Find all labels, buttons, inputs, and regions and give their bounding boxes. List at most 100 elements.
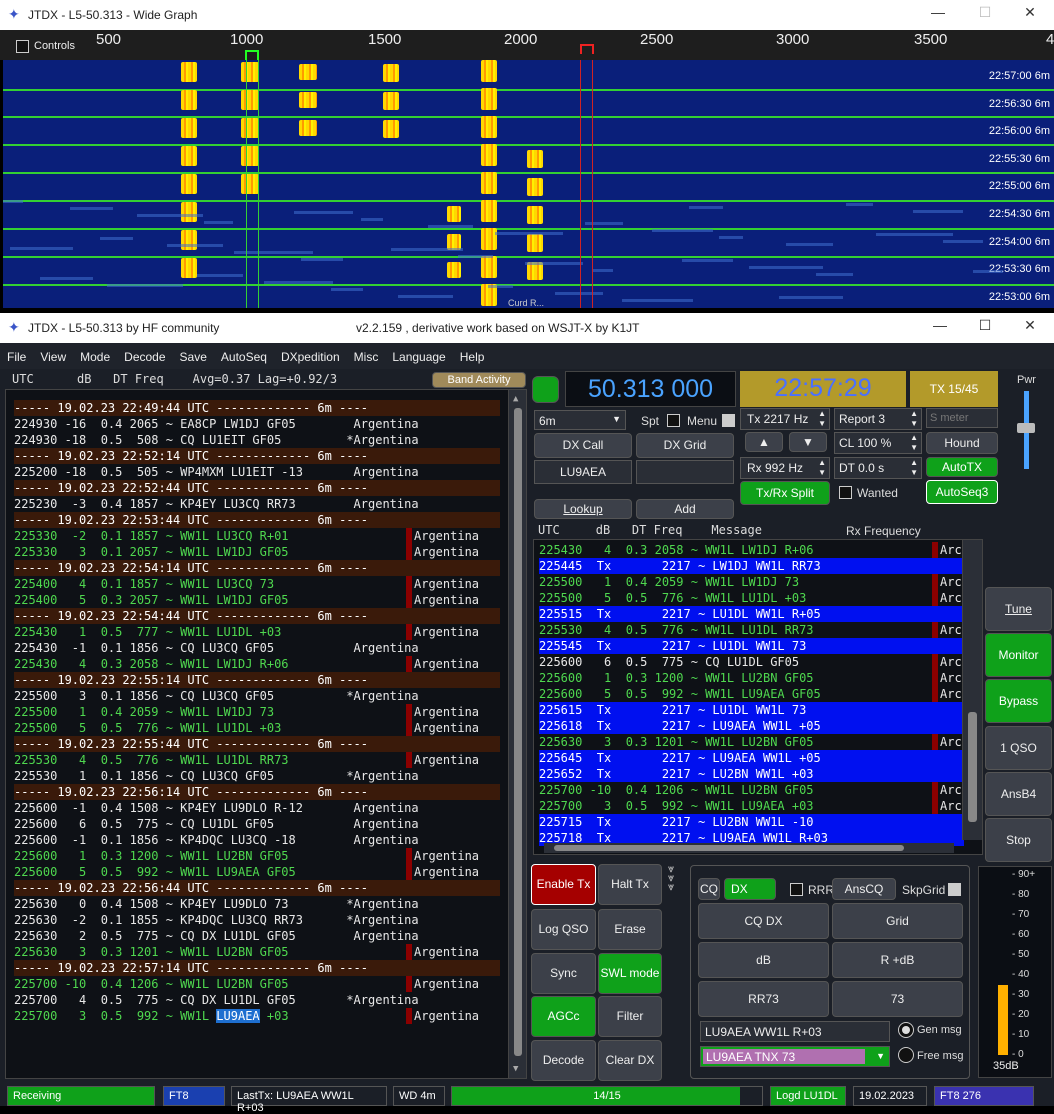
rx-decode-line[interactable]: 225600 6 0.5 775 ~ CQ LU1DL GF05 Arc <box>539 654 964 670</box>
menu-view[interactable]: View <box>33 343 73 364</box>
decode-line[interactable]: 225700 4 0.5 775 ~ CQ DX LU1DL GF05 *Arg… <box>14 992 500 1008</box>
maximize-icon[interactable]: ☐ <box>965 317 1005 334</box>
stop-button[interactable]: Stop <box>985 818 1052 862</box>
tx-freq-spinbox[interactable]: Tx 2217 Hz ▲ ▼ <box>740 408 830 430</box>
73-button[interactable]: 73 <box>832 981 963 1017</box>
decode-line[interactable]: 225430 1 0.5 777 ~ WW1L LU1DL +03 Argent… <box>14 624 500 640</box>
period-separator[interactable]: ----- 19.02.23 22:52:14 UTC ------------… <box>14 448 500 464</box>
minimize-icon[interactable]: — <box>918 4 958 20</box>
menu-dxpedition[interactable]: DXpedition <box>274 343 347 364</box>
up-arrow-button[interactable]: ▲ <box>745 432 783 452</box>
tx-line[interactable]: 225715 Tx 2217 ~ LU2BN WW1L -10 <box>539 814 964 830</box>
grid-button[interactable]: Grid <box>832 903 963 939</box>
band-select[interactable]: 6m ▼ <box>534 410 626 430</box>
rx-scrollbar[interactable] <box>962 540 982 840</box>
rx-freq-spinbox[interactable]: Rx 992 Hz ▲ ▼ <box>740 457 830 479</box>
dx-call-button[interactable]: DX Call <box>534 433 632 458</box>
period-separator[interactable]: ----- 19.02.23 22:54:44 UTC ------------… <box>14 608 500 624</box>
period-separator[interactable]: ----- 19.02.23 22:55:14 UTC ------------… <box>14 672 500 688</box>
rr73-button[interactable]: RR73 <box>698 981 829 1017</box>
decode-line[interactable]: 225630 -2 0.1 1855 ~ KP4DQC LU3CQ RR73 *… <box>14 912 500 928</box>
hound-button[interactable]: Hound <box>926 432 998 454</box>
decode-line[interactable]: 225430 4 0.3 2058 ~ WW1L LW1DJ R+06 Arge… <box>14 656 500 672</box>
close-icon[interactable]: ✕ <box>1010 317 1050 334</box>
scroll-thumb[interactable] <box>968 712 977 822</box>
decode-line[interactable]: 225500 5 0.5 776 ~ WW1L LU1DL +03 Argent… <box>14 720 500 736</box>
rx-decode-line[interactable]: 225600 1 0.3 1200 ~ WW1L LU2BN GF05 Arc <box>539 670 964 686</box>
r-db-button[interactable]: R +dB <box>832 942 963 978</box>
decode-line[interactable]: 225600 5 0.5 992 ~ WW1L LU9AEA GF05 Arge… <box>14 864 500 880</box>
ansb4-button[interactable]: AnsB4 <box>985 772 1052 816</box>
tune-button[interactable]: Tune <box>985 587 1052 631</box>
cq-button[interactable]: CQ <box>698 878 720 900</box>
log-qso-button[interactable]: Log QSO <box>531 909 596 950</box>
rx-decode-line[interactable]: 225600 5 0.5 992 ~ WW1L LU9AEA GF05 Arc <box>539 686 964 702</box>
monitor-button[interactable]: Monitor <box>985 633 1052 677</box>
cq-dx-button[interactable]: CQ DX <box>698 903 829 939</box>
decode-line[interactable]: 224930 -16 0.4 2065 ~ EA8CP LW1DJ GF05 A… <box>14 416 500 432</box>
decode-line[interactable]: 225530 4 0.5 776 ~ WW1L LU1DL RR73 Argen… <box>14 752 500 768</box>
cl-spinbox[interactable]: CL 100 % ▲ ▼ <box>834 432 922 454</box>
menu-mode[interactable]: Mode <box>73 343 117 364</box>
tx-line[interactable]: 225545 Tx 2217 ~ LU1DL WW1L 73 <box>539 638 964 654</box>
rx-marker[interactable] <box>245 50 259 60</box>
collapse-arrows-icon[interactable]: ⩔ ⩔ ⩔ <box>668 864 674 893</box>
dx-grid-input[interactable] <box>636 460 734 484</box>
waterfall[interactable]: 22:57:00 6m 22:56:30 6m 22:56:00 6m 22:55:3… <box>3 60 1054 308</box>
bypass-button[interactable]: Bypass <box>985 679 1052 723</box>
scroll-up-icon[interactable]: ▲ <box>513 394 518 404</box>
selected-call[interactable]: LU9AEA <box>216 1009 260 1023</box>
scroll-thumb[interactable] <box>514 408 522 1056</box>
rx-decode-line[interactable]: 225500 5 0.5 776 ~ WW1L LU1DL +03 Arc <box>539 590 964 606</box>
tx-line[interactable]: 225515 Tx 2217 ~ LU1DL WW1L R+05 <box>539 606 964 622</box>
menu-save[interactable]: Save <box>173 343 214 364</box>
rx-decode-line[interactable]: 225700 3 0.5 992 ~ WW1L LU9AEA +03 Arc <box>539 798 964 814</box>
dt-spinbox[interactable]: DT 0.0 s ▲ ▼ <box>834 457 922 479</box>
erase-button[interactable]: Erase <box>598 909 662 950</box>
enable-tx-button[interactable]: Enable Tx <box>531 864 596 905</box>
decode-line[interactable]: 225530 1 0.1 1856 ~ CQ LU3CQ GF05 *Argen… <box>14 768 500 784</box>
decode-line[interactable]: 225230 -3 0.4 1857 ~ KP4EY LU3CQ RR73 Ar… <box>14 496 500 512</box>
rx-decode-line[interactable]: 225530 4 0.5 776 ~ WW1L LU1DL RR73 Arc <box>539 622 964 638</box>
tx-line[interactable]: 225445 Tx 2217 ~ LW1DJ WW1L RR73 <box>539 558 964 574</box>
decode-line[interactable]: 225400 4 0.1 1857 ~ WW1L LU3CQ 73 Argent… <box>14 576 500 592</box>
clear-dx-button[interactable]: Clear DX <box>598 1040 662 1081</box>
band-activity-scrollbar[interactable]: ▲ ▼ <box>508 390 526 1078</box>
gen-msg-input[interactable]: LU9AEA WW1L R+03 <box>700 1021 890 1042</box>
swl-mode-button[interactable]: SWL mode <box>598 953 662 994</box>
period-separator[interactable]: ----- 19.02.23 22:53:44 UTC ------------… <box>14 512 500 528</box>
maximize-icon[interactable]: ☐ <box>965 4 1005 21</box>
autoseq3-button[interactable]: AutoSeq3 <box>926 480 998 504</box>
period-separator[interactable]: ----- 19.02.23 22:56:44 UTC ------------… <box>14 880 500 896</box>
period-separator[interactable]: ----- 19.02.23 22:49:44 UTC ------------… <box>14 400 500 416</box>
tx-line[interactable]: 225615 Tx 2217 ~ LU1DL WW1L 73 <box>539 702 964 718</box>
decode-line[interactable]: 225600 6 0.5 775 ~ CQ LU1DL GF05 Argenti… <box>14 816 500 832</box>
decode-line[interactable]: 225500 1 0.4 2059 ~ WW1L LW1DJ 73 Argent… <box>14 704 500 720</box>
menu-decode[interactable]: Decode <box>117 343 172 364</box>
rx-decode-line[interactable]: 225700 -10 0.4 1206 ~ WW1L LU2BN GF05 Arc <box>539 782 964 798</box>
autotx-button[interactable]: AutoTX <box>926 457 998 477</box>
tx-marker[interactable] <box>580 44 594 54</box>
menu-file[interactable]: File <box>0 343 33 364</box>
decode-line[interactable]: 225330 -2 0.1 1857 ~ WW1L LU3CQ R+01 Arg… <box>14 528 500 544</box>
decode-line[interactable]: 225630 3 0.3 1201 ~ WW1L LU2BN GF05 Arge… <box>14 944 500 960</box>
decode-line[interactable]: 225330 3 0.1 2057 ~ WW1L LW1DJ GF05 Arge… <box>14 544 500 560</box>
halt-tx-button[interactable]: Halt Tx <box>598 864 662 905</box>
rx-decode-line[interactable]: 225630 3 0.3 1201 ~ WW1L LU2BN GF05 Arc <box>539 734 964 750</box>
decode-line[interactable]: 225200 -18 0.5 505 ~ WP4MXM LU1EIT -13 A… <box>14 464 500 480</box>
decode-line[interactable]: 225700 3 0.5 992 ~ WW1L LU9AEA +03 Argen… <box>14 1008 500 1024</box>
agcc-button[interactable]: AGCc <box>531 996 596 1037</box>
decode-line[interactable]: 224930 -18 0.5 508 ~ CQ LU1EIT GF05 *Arg… <box>14 432 500 448</box>
menu-checkbox[interactable] <box>722 413 735 428</box>
down-arrow-button[interactable]: ▼ <box>789 432 827 452</box>
db-button[interactable]: dB <box>698 942 829 978</box>
period-separator[interactable]: ----- 19.02.23 22:55:44 UTC ------------… <box>14 736 500 752</box>
add-button[interactable]: Add <box>636 499 734 519</box>
menu-misc[interactable]: Misc <box>347 343 386 364</box>
skpgrid-checkbox[interactable] <box>948 882 961 897</box>
band-activity-button[interactable]: Band Activity <box>432 372 526 388</box>
rx-hscrollbar[interactable] <box>544 843 954 853</box>
frequency-ruler[interactable]: Controls 500 1000 1500 2000 2500 3000 35… <box>0 30 1054 60</box>
tx-line[interactable]: 225618 Tx 2217 ~ LU9AEA WW1L +05 <box>539 718 964 734</box>
wanted-checkbox[interactable] <box>839 485 852 500</box>
